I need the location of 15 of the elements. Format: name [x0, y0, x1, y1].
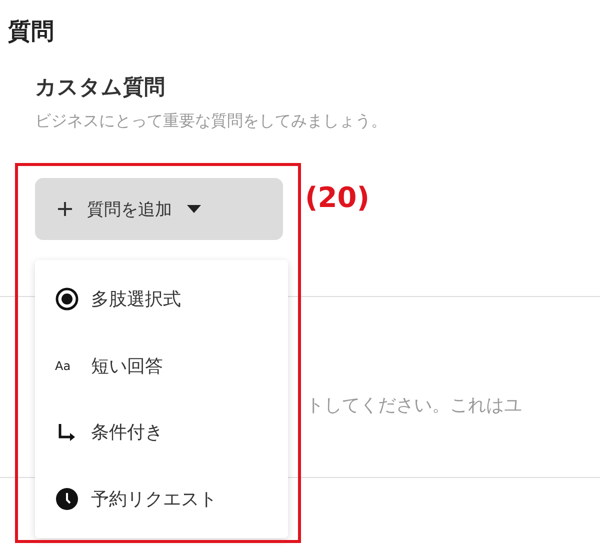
add-question-button[interactable]: 質問を追加	[35, 178, 283, 240]
plus-icon	[57, 201, 73, 217]
clock-icon	[55, 486, 79, 511]
section-title: 質問	[8, 18, 55, 47]
menu-item[interactable]: 予約リクエスト	[35, 486, 288, 511]
text-size-icon: Aa	[55, 358, 79, 373]
menu-item[interactable]: Aa 短い回答	[35, 354, 288, 378]
radio-icon	[55, 287, 79, 312]
menu-item[interactable]: 多肢選択式	[35, 287, 288, 312]
menu-item[interactable]: 条件付き	[35, 420, 288, 444]
subsection-title: カスタム質問	[35, 74, 166, 101]
body-text: トしてください。これはユ	[306, 394, 523, 417]
annotation-label: (20)	[305, 180, 370, 214]
description: ビジネスにとって重要な質問をしてみましょう。	[35, 111, 388, 132]
caret-icon	[186, 204, 202, 214]
